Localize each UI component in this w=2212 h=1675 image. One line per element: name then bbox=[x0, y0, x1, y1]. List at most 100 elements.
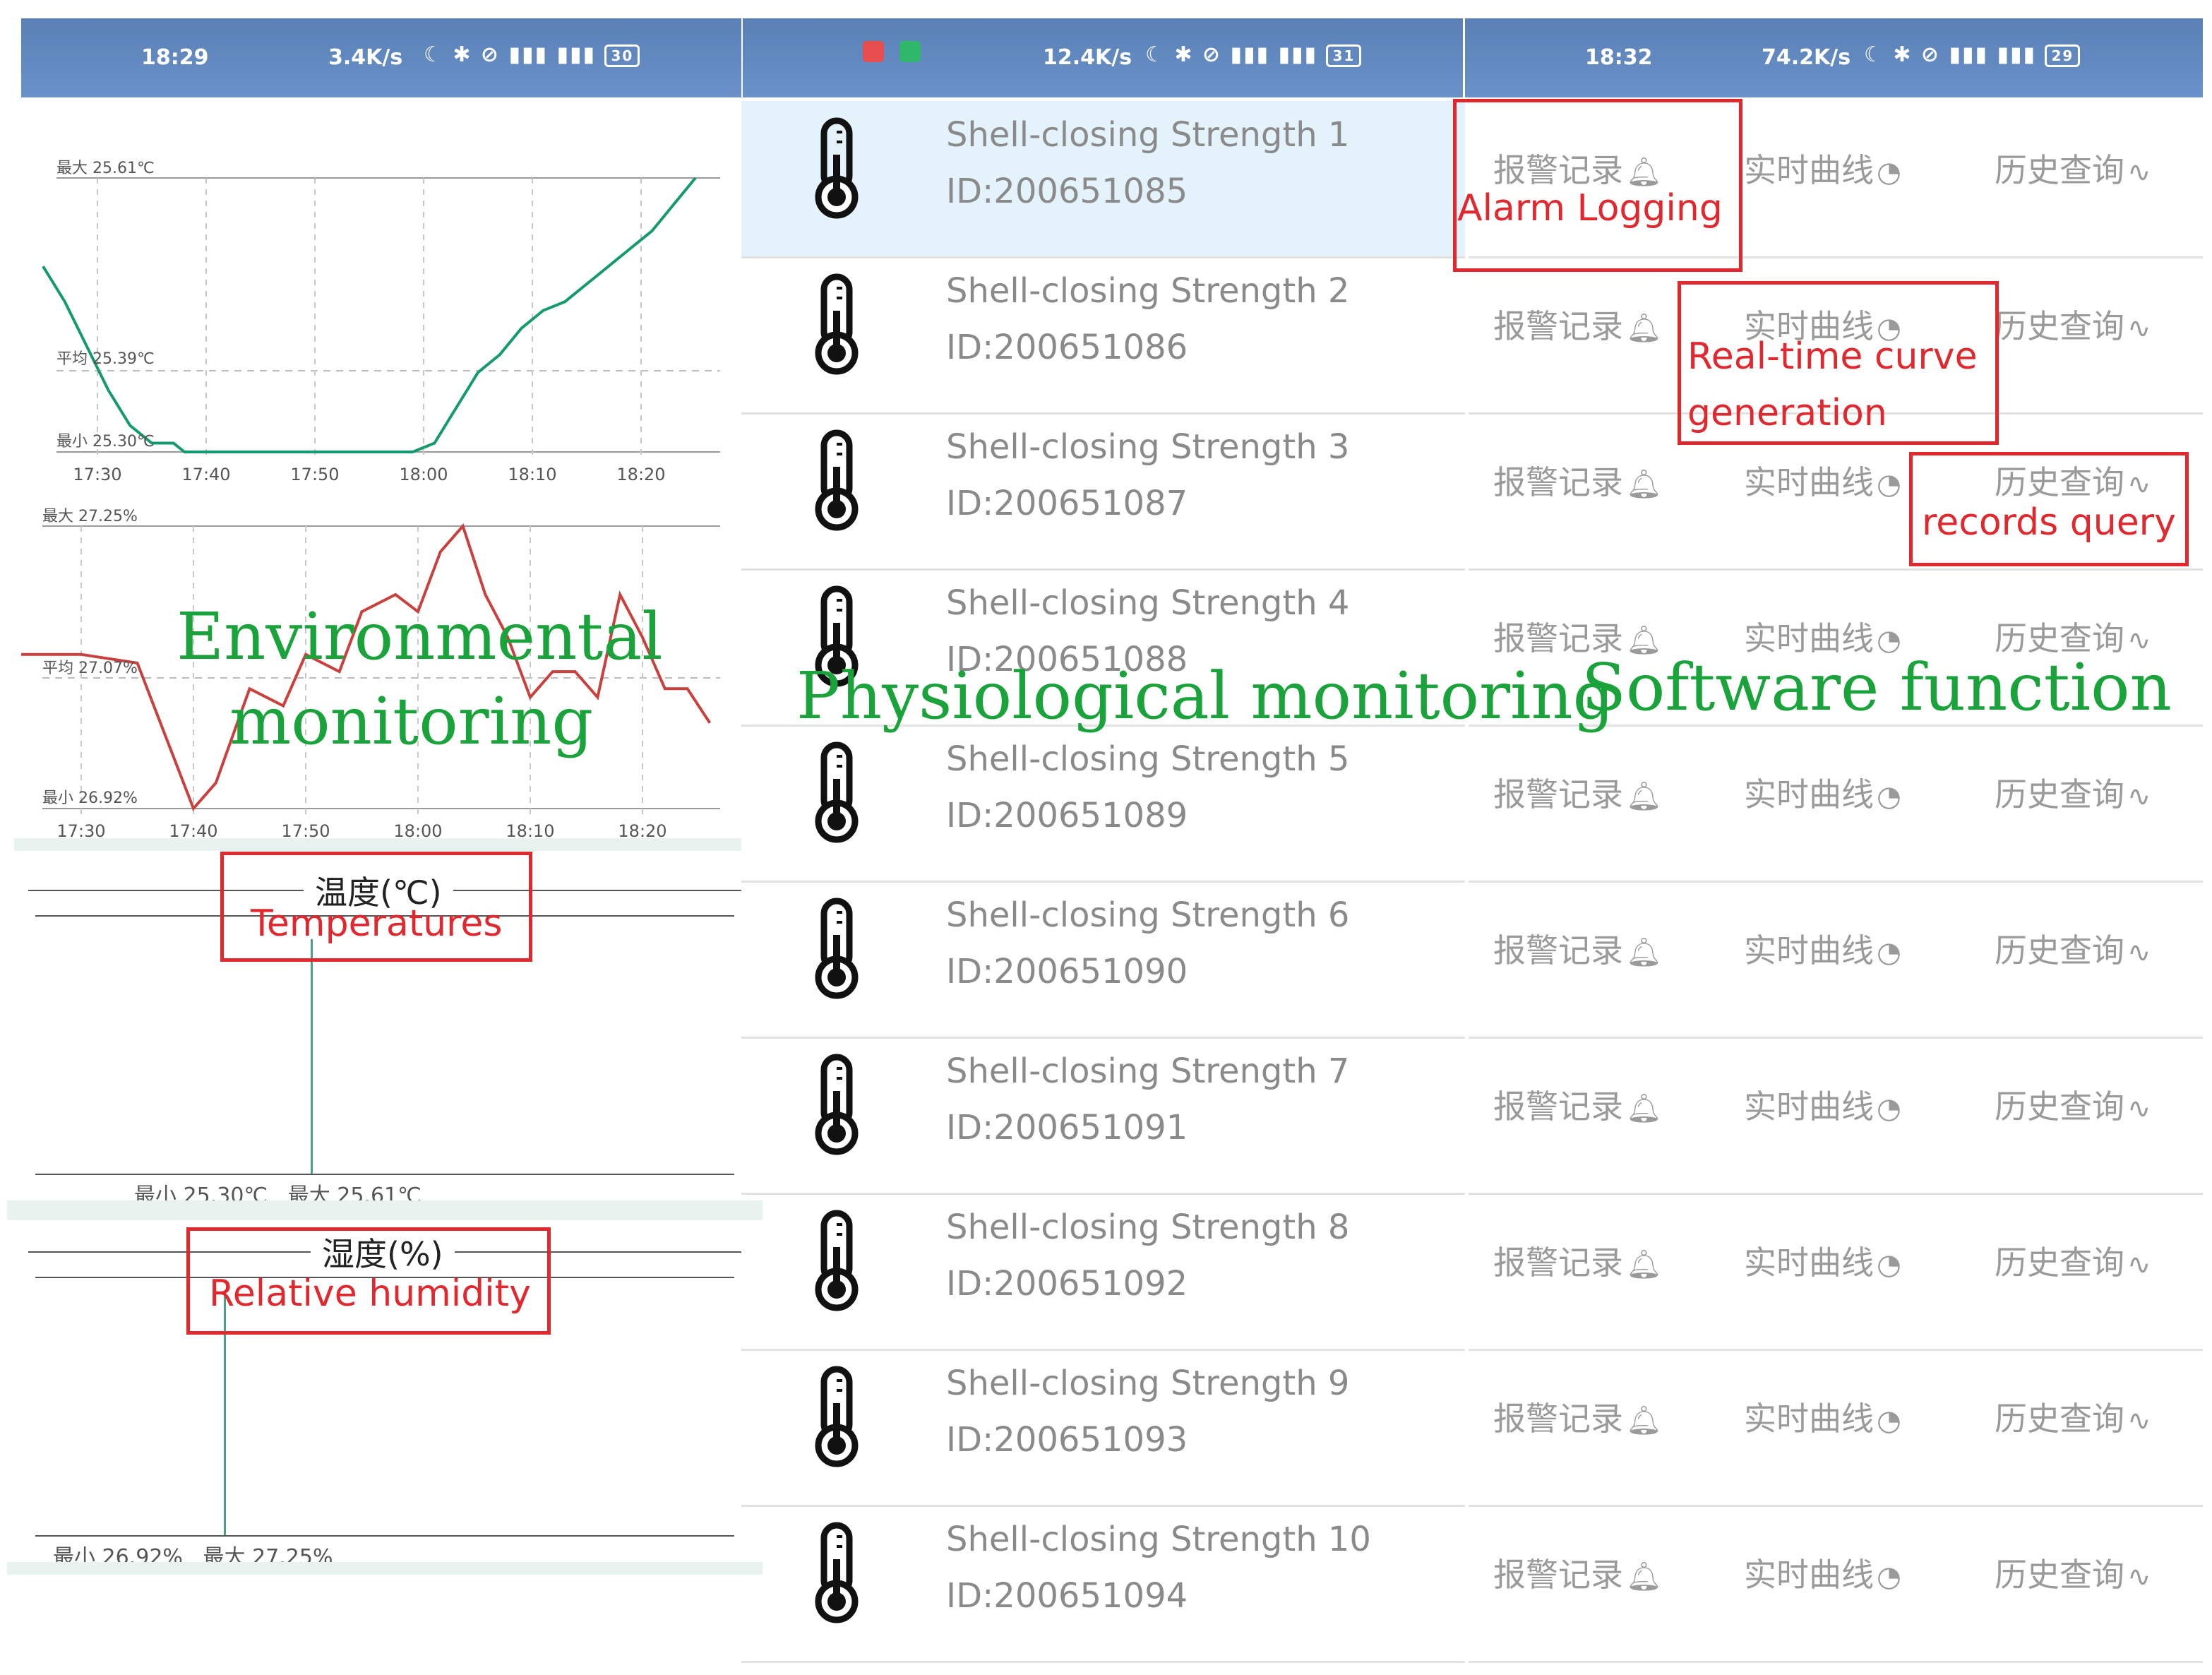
status-icons: ☾ ✱ ⊘ ▮▮▮ ▮▮▮ 31 bbox=[1145, 42, 1362, 67]
function-row: 报警记录 🔔︎ 实时曲线 ◔ 历史查询 ∿ bbox=[1469, 1193, 2203, 1351]
realtime-curve-button-label: 实时曲线 bbox=[1744, 931, 1874, 970]
status-speed: 3.4K/s bbox=[328, 45, 403, 70]
battery-icon: 30 bbox=[604, 44, 640, 67]
realtime-curve-button-label: 实时曲线 bbox=[1744, 1087, 1874, 1126]
status-icons: ☾ ✱ ⊘ ▮▮▮ ▮▮▮ 29 bbox=[1864, 42, 2081, 67]
alarm-log-button[interactable]: 报警记录 🔔︎ bbox=[1493, 925, 1662, 972]
history-query-button[interactable]: 历史查询 ∿ bbox=[1995, 301, 2151, 347]
alarm-log-button[interactable]: 报警记录 🔔︎ bbox=[1493, 1081, 1662, 1128]
x-tick-label: 18:00 bbox=[399, 465, 448, 484]
x-tick-label: 17:40 bbox=[181, 465, 230, 484]
pulse-icon: ∿ bbox=[2127, 1405, 2151, 1437]
thermometer-icon bbox=[808, 115, 865, 224]
status-time: 18:32 bbox=[1585, 45, 1653, 70]
realtime-curve-button[interactable]: 实时曲线 ◔ bbox=[1744, 769, 1901, 816]
device-name: Shell-closing Strength 3 bbox=[946, 427, 1350, 467]
x-tick-label: 18:10 bbox=[508, 465, 556, 484]
realtime-curve-button[interactable]: 实时曲线 ◔ bbox=[1744, 1081, 1901, 1128]
history-query-button[interactable]: 历史查询 ∿ bbox=[1995, 1237, 2151, 1284]
thermometer-icon bbox=[808, 427, 865, 536]
bell-icon: 🔔︎ bbox=[1626, 1561, 1662, 1593]
alarm-log-button[interactable]: 报警记录 🔔︎ bbox=[1493, 1237, 1662, 1284]
history-query-button-label: 历史查询 bbox=[1995, 931, 2124, 970]
alarm-log-button[interactable]: 报警记录 🔔︎ bbox=[1493, 1393, 1662, 1440]
alarm-log-button[interactable]: 报警记录 🔔︎ bbox=[1493, 1549, 1662, 1596]
status-icons: ☾ ✱ ⊘ ▮▮▮ ▮▮▮ 30 bbox=[424, 42, 640, 67]
pulse-icon: ∿ bbox=[2127, 1248, 2151, 1281]
bell-icon: 🔔︎ bbox=[1626, 1405, 1662, 1437]
device-row[interactable]: Shell-closing Strength 5 ID:200651089 bbox=[741, 725, 1465, 883]
bell-icon: 🔔︎ bbox=[1626, 468, 1662, 501]
alarm-log-button-label: 报警记录 bbox=[1493, 1556, 1623, 1594]
realtime-curve-button[interactable]: 实时曲线 ◔ bbox=[1744, 457, 1901, 503]
device-name: Shell-closing Strength 4 bbox=[946, 583, 1350, 623]
relative-humidity-label: Relative humidity bbox=[209, 1272, 531, 1315]
temp-min-label: 最小 25.30℃ bbox=[56, 433, 155, 451]
realtime-curve-button[interactable]: 实时曲线 ◔ bbox=[1744, 1393, 1901, 1440]
thermometer-icon bbox=[808, 271, 865, 380]
records-query-label: records query bbox=[1922, 501, 2176, 544]
device-row[interactable]: Shell-closing Strength 9 ID:200651093 bbox=[741, 1349, 1465, 1507]
device-row[interactable]: Shell-closing Strength 1 ID:200651085 bbox=[741, 101, 1465, 258]
device-name: Shell-closing Strength 6 bbox=[946, 895, 1350, 935]
realtime-curve-button[interactable]: 实时曲线 ◔ bbox=[1744, 145, 1901, 191]
realtime-curve-button[interactable]: 实时曲线 ◔ bbox=[1744, 925, 1901, 972]
device-name: Shell-closing Strength 5 bbox=[946, 739, 1350, 779]
clock-icon: ◔ bbox=[1877, 780, 1901, 813]
bell-icon: 🔔︎ bbox=[1626, 936, 1662, 969]
realtime-curve-button-label: 实时曲线 bbox=[1744, 775, 1874, 813]
device-id: ID:200651093 bbox=[946, 1420, 1188, 1460]
clock-icon: ◔ bbox=[1877, 936, 1901, 969]
realtime-curve-button[interactable]: 实时曲线 ◔ bbox=[1744, 1237, 1901, 1284]
device-id: ID:200651086 bbox=[946, 328, 1188, 367]
alarm-log-button-label: 报警记录 bbox=[1493, 931, 1623, 970]
device-row[interactable]: Shell-closing Strength 10 ID:200651094 bbox=[741, 1506, 1465, 1663]
history-query-button[interactable]: 历史查询 ∿ bbox=[1995, 769, 2151, 816]
realtime-curve-button[interactable]: 实时曲线 ◔ bbox=[1744, 1549, 1901, 1596]
device-row[interactable]: Shell-closing Strength 2 ID:200651086 bbox=[741, 257, 1465, 415]
history-query-button-label: 历史查询 bbox=[1995, 1400, 2124, 1438]
pulse-icon: ∿ bbox=[2127, 1561, 2151, 1593]
alarm-log-button-label: 报警记录 bbox=[1493, 1400, 1623, 1438]
history-query-button[interactable]: 历史查询 ∿ bbox=[1995, 925, 2151, 972]
realtime-curve-button-label: 实时曲线 bbox=[1744, 1244, 1874, 1282]
battery-icon: 29 bbox=[2045, 44, 2081, 67]
history-query-button-label: 历史查询 bbox=[1995, 775, 2124, 813]
history-query-button[interactable]: 历史查询 ∿ bbox=[1995, 145, 2151, 191]
thermometer-icon bbox=[808, 1208, 865, 1316]
alarm-log-button-label: 报警记录 bbox=[1493, 1087, 1623, 1126]
environmental-monitoring-caption-line1: Environmental bbox=[177, 599, 663, 674]
x-tick-label: 17:50 bbox=[290, 465, 339, 484]
device-row[interactable]: Shell-closing Strength 7 ID:200651091 bbox=[741, 1037, 1465, 1195]
alarm-log-button[interactable]: 报警记录 🔔︎ bbox=[1493, 301, 1662, 347]
status-speed: 74.2K/s bbox=[1762, 45, 1851, 70]
device-id: ID:200651085 bbox=[946, 172, 1188, 211]
status-speed: 12.4K/s bbox=[1043, 45, 1132, 70]
x-tick-label: 18:20 bbox=[616, 465, 665, 484]
humidity-min-label: 最小 26.92% bbox=[42, 789, 138, 807]
history-query-button[interactable]: 历史查询 ∿ bbox=[1995, 1393, 2151, 1440]
device-name: Shell-closing Strength 10 bbox=[946, 1520, 1371, 1559]
thermometer-icon bbox=[808, 739, 865, 848]
device-row[interactable]: Shell-closing Strength 3 ID:200651087 bbox=[741, 413, 1465, 571]
alarm-log-button[interactable]: 报警记录 🔔︎ bbox=[1493, 457, 1662, 503]
device-id: ID:200651089 bbox=[946, 796, 1188, 835]
alarm-log-button[interactable]: 报警记录 🔔︎ bbox=[1493, 769, 1662, 816]
device-row[interactable]: Shell-closing Strength 8 ID:200651092 bbox=[741, 1193, 1465, 1351]
thermometer-icon bbox=[808, 1520, 865, 1628]
history-query-button[interactable]: 历史查询 ∿ bbox=[1995, 1549, 2151, 1596]
function-row: 报警记录 🔔︎ 实时曲线 ◔ 历史查询 ∿ bbox=[1469, 725, 2203, 883]
device-row[interactable]: Shell-closing Strength 6 ID:200651090 bbox=[741, 881, 1465, 1039]
alarm-logging-highlight-box bbox=[1453, 99, 1742, 272]
device-id: ID:200651090 bbox=[946, 952, 1188, 991]
function-row: 报警记录 🔔︎ 实时曲线 ◔ 历史查询 ∿ bbox=[1469, 881, 2203, 1039]
history-query-button[interactable]: 历史查询 ∿ bbox=[1995, 1081, 2151, 1128]
clock-icon: ◔ bbox=[1877, 1248, 1901, 1281]
physiological-monitoring-caption: Physiological monitoring bbox=[796, 658, 1615, 734]
history-query-button-label: 历史查询 bbox=[1995, 1244, 2124, 1282]
humidity-max-label: 最大 27.25% bbox=[42, 508, 138, 525]
function-row: 报警记录 🔔︎ 实时曲线 ◔ 历史查询 ∿ bbox=[1469, 1037, 2203, 1195]
realtime-curve-button-label: 实时曲线 bbox=[1744, 463, 1874, 501]
app-notification-icons bbox=[863, 41, 921, 68]
status-bar-environmental: 18:29 3.4K/s ☾ ✱ ⊘ ▮▮▮ ▮▮▮ 30 bbox=[21, 18, 741, 97]
